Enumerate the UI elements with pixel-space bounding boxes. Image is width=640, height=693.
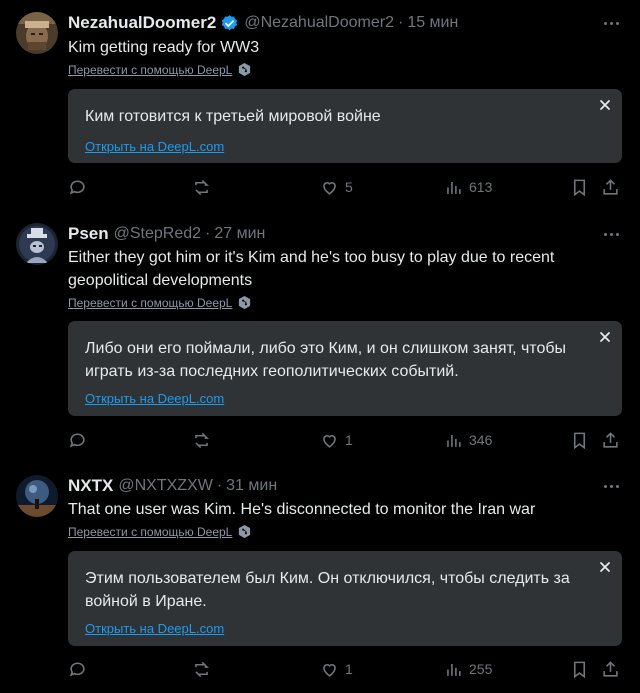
- open-on-deepl-link[interactable]: Открыть на DeepL.com: [85, 139, 224, 154]
- bookmark-button[interactable]: [570, 429, 589, 451]
- separator-dot: ·: [397, 14, 404, 31]
- tweet-actions: 1 346: [68, 429, 624, 453]
- close-icon[interactable]: [598, 330, 612, 344]
- deepl-logo-icon: [239, 524, 251, 539]
- translate-link-label: Перевести с помощью DeepL: [68, 62, 233, 77]
- timestamp[interactable]: 31 мин: [226, 477, 277, 495]
- tweet-text: That one user was Kim. He's disconnected…: [68, 501, 536, 518]
- more-options-icon[interactable]: [600, 229, 622, 239]
- tweet[interactable]: NXTX @NXTXZXW · 31 мин That one user was…: [0, 463, 640, 693]
- more-options-icon[interactable]: [600, 481, 622, 491]
- reply-icon: [69, 433, 85, 448]
- bookmark-button[interactable]: [570, 658, 589, 680]
- reply-icon: [69, 662, 85, 677]
- translation-text: Ким готовится к третьей мировой войне: [85, 108, 381, 125]
- tweet-header: NXTX @NXTXZXW · 31 мин: [68, 475, 277, 497]
- avatar[interactable]: [16, 475, 58, 517]
- handle[interactable]: @NezahualDoomer2: [244, 14, 394, 32]
- share-button[interactable]: [601, 658, 620, 680]
- tweet-header: NezahualDoomer2 @NezahualDoomer2 · 15 ми…: [68, 12, 458, 34]
- repost-button[interactable]: [192, 429, 211, 451]
- open-on-deepl-link[interactable]: Открыть на DeepL.com: [85, 621, 224, 636]
- tweet-actions: 1 255: [68, 658, 624, 682]
- bookmark-icon: [573, 661, 586, 678]
- avatar[interactable]: [16, 223, 58, 265]
- open-on-deepl-link[interactable]: Открыть на DeepL.com: [85, 391, 224, 406]
- display-name[interactable]: NezahualDoomer2: [68, 13, 216, 33]
- tweet[interactable]: NezahualDoomer2 @NezahualDoomer2 · 15 ми…: [0, 0, 640, 205]
- deepl-logo-icon: [239, 62, 251, 77]
- translate-with-deepl-link[interactable]: Перевести с помощью DeepL: [68, 62, 252, 77]
- repost-button[interactable]: [192, 176, 211, 198]
- bookmark-icon: [573, 179, 586, 196]
- view-count: 613: [469, 179, 493, 195]
- like-button[interactable]: 1: [320, 429, 353, 451]
- translate-link-label: Перевести с помощью DeepL: [68, 295, 233, 310]
- tweet-text: Kim getting ready for WW3: [68, 39, 260, 56]
- tweet-actions: 5 613: [68, 176, 624, 200]
- translate-with-deepl-link[interactable]: Перевести с помощью DeepL: [68, 295, 252, 310]
- share-icon: [603, 660, 618, 677]
- reply-button[interactable]: [68, 429, 87, 451]
- translation-text: Либо они его поймали, либо это Ким, и он…: [85, 340, 567, 380]
- heart-icon: [323, 663, 336, 677]
- bookmark-icon: [573, 432, 586, 449]
- like-button[interactable]: 5: [320, 176, 353, 198]
- translate-with-deepl-link[interactable]: Перевести с помощью DeepL: [68, 524, 252, 539]
- heart-icon: [323, 181, 336, 195]
- share-icon: [603, 431, 618, 448]
- reply-icon: [69, 180, 85, 195]
- like-count: 1: [345, 432, 353, 448]
- translation-box: Либо они его поймали, либо это Ким, и он…: [68, 321, 622, 416]
- repost-icon: [195, 179, 209, 195]
- like-count: 5: [345, 179, 353, 195]
- timestamp[interactable]: 15 мин: [407, 14, 458, 32]
- separator-dot: ·: [205, 225, 211, 242]
- more-options-icon[interactable]: [600, 18, 622, 28]
- like-button[interactable]: 1: [320, 658, 353, 680]
- translation-text: Этим пользователем был Ким. Он отключилс…: [85, 570, 570, 610]
- tweet-header: Psen @StepRed2 · 27 мин: [68, 223, 265, 245]
- tweet-text: Either they got him or it's Kim and he's…: [68, 249, 555, 289]
- share-button[interactable]: [601, 176, 620, 198]
- views-button[interactable]: 346: [444, 429, 492, 451]
- display-name[interactable]: Psen: [68, 224, 109, 244]
- repost-icon: [195, 661, 209, 677]
- display-name[interactable]: NXTX: [68, 476, 113, 496]
- deepl-logo-icon: [239, 295, 251, 310]
- handle[interactable]: @StepRed2: [114, 225, 201, 243]
- bookmark-button[interactable]: [570, 176, 589, 198]
- verified-badge-icon: [222, 14, 238, 30]
- translation-box: Ким готовится к третьей мировой войне От…: [68, 89, 622, 163]
- views-chart-icon: [447, 663, 461, 676]
- timestamp[interactable]: 27 мин: [214, 225, 265, 243]
- share-button[interactable]: [601, 429, 620, 451]
- tweet[interactable]: Psen @StepRed2 · 27 мин Either they got …: [0, 210, 640, 460]
- close-icon[interactable]: [598, 98, 612, 112]
- share-icon: [603, 178, 618, 195]
- translate-link-label: Перевести с помощью DeepL: [68, 524, 233, 539]
- view-count: 255: [469, 661, 493, 677]
- views-button[interactable]: 613: [444, 176, 492, 198]
- like-count: 1: [345, 661, 353, 677]
- heart-icon: [323, 434, 336, 448]
- views-chart-icon: [447, 434, 461, 447]
- views-button[interactable]: 255: [444, 658, 492, 680]
- close-icon[interactable]: [598, 560, 612, 574]
- view-count: 346: [469, 432, 493, 448]
- views-chart-icon: [447, 181, 461, 194]
- reply-button[interactable]: [68, 176, 87, 198]
- translation-box: Этим пользователем был Ким. Он отключилс…: [68, 551, 622, 646]
- separator-dot: ·: [216, 477, 223, 494]
- handle[interactable]: @NXTXZXW: [118, 477, 212, 495]
- reply-button[interactable]: [68, 658, 87, 680]
- repost-icon: [195, 432, 209, 448]
- repost-button[interactable]: [192, 658, 211, 680]
- avatar[interactable]: [16, 12, 58, 54]
